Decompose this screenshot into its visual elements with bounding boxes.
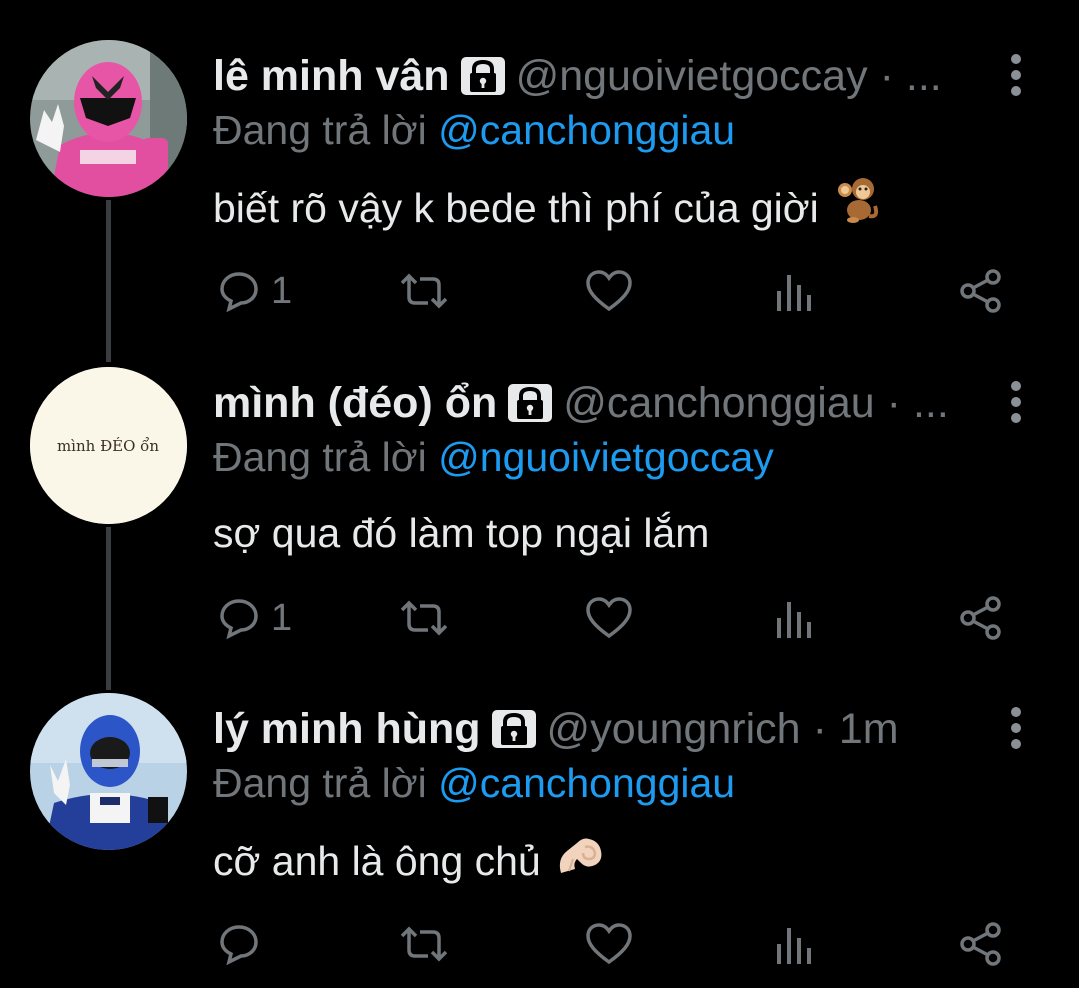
heart-icon — [586, 270, 632, 312]
avatar[interactable] — [30, 40, 187, 197]
like-button[interactable] — [585, 266, 633, 316]
tweet-actions: 1 — [213, 593, 1013, 643]
tweet-text: biết rõ vậy k bede thì phí của giời — [213, 176, 881, 240]
tweet[interactable]: lý minh hùng @youngnrich · 1m Đang trả l… — [0, 693, 1079, 983]
display-name[interactable]: lý minh hùng — [213, 699, 481, 759]
tweet-actions — [213, 919, 1013, 969]
mention-link[interactable]: @canchonggiau — [438, 760, 735, 806]
tweet-text-content: biết rõ vậy k bede thì phí của giời — [213, 185, 819, 231]
more-options-icon[interactable] — [1005, 705, 1027, 751]
mention-link[interactable]: @nguoivietgoccay — [438, 434, 774, 480]
analytics-button[interactable] — [774, 919, 814, 969]
retweet-icon — [400, 273, 448, 309]
share-button[interactable] — [958, 266, 1004, 316]
tweet-header: lê minh vân @nguoivietgoccay · ... — [213, 46, 942, 106]
tweet-text: sợ qua đó làm top ngại lắm — [213, 503, 709, 563]
analytics-icon — [777, 602, 811, 638]
share-button[interactable] — [958, 593, 1004, 643]
blue-ranger-avatar-icon — [30, 693, 187, 850]
reply-count: 1 — [271, 269, 293, 312]
avatar-text: mình ĐÉO ổn — [57, 437, 159, 455]
user-handle[interactable]: @canchonggiau — [563, 373, 874, 433]
avatar[interactable] — [30, 693, 187, 850]
reply-button[interactable]: 1 — [217, 266, 292, 316]
tweet-header: lý minh hùng @youngnrich · 1m — [213, 699, 899, 759]
mention-link[interactable]: @canchonggiau — [438, 107, 735, 153]
timestamp[interactable]: · 1m — [813, 699, 899, 759]
user-handle[interactable]: @youngnrich — [547, 699, 801, 759]
heart-icon — [586, 597, 632, 639]
retweet-button[interactable] — [398, 593, 450, 643]
analytics-button[interactable] — [774, 593, 814, 643]
display-name[interactable]: mình (đéo) ổn — [213, 373, 497, 433]
timestamp[interactable]: · ... — [880, 46, 942, 106]
lock-icon — [491, 710, 536, 748]
retweet-icon — [400, 926, 448, 962]
lock-icon — [460, 57, 505, 95]
pink-ranger-avatar-icon — [30, 40, 187, 197]
reply-count: 1 — [271, 596, 293, 639]
replying-to: Đang trả lời @canchonggiau — [213, 755, 735, 811]
lock-icon — [508, 384, 553, 422]
replying-label: Đang trả lời — [213, 107, 427, 153]
heart-icon — [586, 923, 632, 965]
retweet-button[interactable] — [398, 266, 450, 316]
monkey-emoji-icon — [833, 176, 881, 240]
display-name[interactable]: lê minh vân — [213, 46, 450, 106]
ok-hand-emoji-icon — [555, 829, 607, 893]
share-icon — [960, 269, 1001, 313]
reply-icon — [220, 925, 258, 966]
reply-icon — [220, 599, 258, 640]
tweet-text: cỡ anh là ông chủ — [213, 829, 607, 893]
more-options-icon[interactable] — [1005, 379, 1027, 425]
share-icon — [960, 596, 1001, 640]
replying-label: Đang trả lời — [213, 434, 427, 480]
retweet-icon — [400, 600, 448, 636]
analytics-icon — [777, 275, 811, 311]
like-button[interactable] — [585, 593, 633, 643]
tweet-actions: 1 — [213, 266, 1013, 316]
reply-button[interactable]: 1 — [217, 593, 292, 643]
replying-to: Đang trả lời @canchonggiau — [213, 102, 735, 158]
like-button[interactable] — [585, 919, 633, 969]
share-button[interactable] — [958, 919, 1004, 969]
replying-to: Đang trả lời @nguoivietgoccay — [213, 429, 774, 485]
avatar[interactable]: mình ĐÉO ổn — [30, 367, 187, 524]
tweet[interactable]: mình ĐÉO ổn mình (đéo) ổn @canchonggiau … — [0, 367, 1079, 657]
retweet-button[interactable] — [398, 919, 450, 969]
more-options-icon[interactable] — [1005, 52, 1027, 98]
share-icon — [960, 922, 1001, 966]
tweet-header: mình (đéo) ổn @canchonggiau · ... — [213, 373, 949, 433]
user-handle[interactable]: @nguoivietgoccay — [516, 46, 868, 106]
tweet-text-content: sợ qua đó làm top ngại lắm — [213, 510, 710, 556]
replying-label: Đang trả lời — [213, 760, 427, 806]
tweet[interactable]: lê minh vân @nguoivietgoccay · ... Đang … — [0, 40, 1079, 330]
tweet-text-content: cỡ anh là ông chủ — [213, 838, 541, 884]
analytics-icon — [777, 928, 811, 964]
reply-button[interactable] — [217, 919, 271, 969]
analytics-button[interactable] — [774, 266, 814, 316]
text-avatar-icon: mình ĐÉO ổn — [30, 367, 187, 524]
timestamp[interactable]: · ... — [887, 373, 949, 433]
reply-icon — [220, 272, 258, 313]
